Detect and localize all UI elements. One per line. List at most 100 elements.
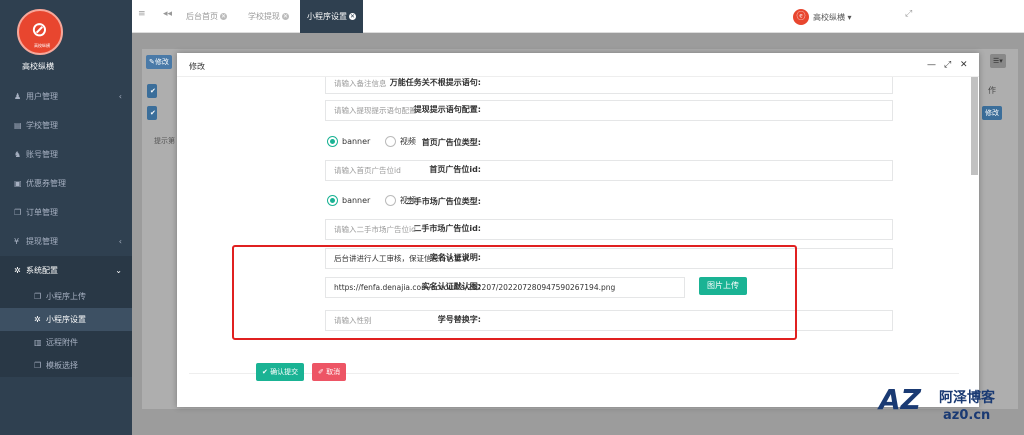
watermark-url: az0.cn (943, 408, 991, 423)
form-row: 二手市场广告位类型: banner 视频 (177, 192, 971, 214)
file-icon: ▥ (34, 338, 42, 347)
copy-icon: ❐ (14, 208, 22, 217)
sidebar-item-label: 模板选择 (46, 361, 78, 370)
radio-label: banner (342, 137, 371, 146)
close-icon[interactable]: ✕ (960, 60, 968, 70)
row-edit-button[interactable]: 修改 (982, 106, 1002, 120)
sidebar-item-label: 远程附件 (46, 338, 78, 347)
close-icon[interactable]: ✕ (349, 13, 356, 20)
book-icon: ▤ (14, 121, 22, 130)
submit-button[interactable]: ✔ 确认提交 (256, 363, 305, 381)
maximize-icon[interactable]: ⤢ (944, 60, 951, 70)
radio-video[interactable] (384, 195, 396, 206)
radio-video[interactable] (384, 136, 396, 147)
form-row: 首页广告位id: 请输入首页广告位id (177, 160, 971, 182)
sidebar-item-label: 小程序设置 (46, 315, 86, 324)
sidebar-item-schools[interactable]: ▤ 学校管理 (0, 111, 132, 140)
tab-home[interactable]: 后台首页 ✕ (186, 8, 227, 25)
minimize-icon[interactable]: — (927, 60, 936, 70)
sidebar-item-system-config[interactable]: ✲ 系统配置 ⌄ (0, 256, 132, 285)
edit-modal: 修改 — ⤢ ✕ 万能任务关不根提示语句: 请输入备注信息 提现提示语句配置: … (177, 53, 979, 407)
sidebar-item-orders[interactable]: ❐ 订单管理 (0, 198, 132, 227)
form-row: 首页广告位类型: banner 视频 (177, 133, 971, 155)
sidebar-item-label: 小程序上传 (46, 292, 86, 301)
menu-icon[interactable]: ≡ (138, 9, 146, 19)
edit-button[interactable]: ✎修改 (146, 55, 172, 69)
gear-icon: ✲ (34, 315, 41, 324)
form-row: 万能任务关不根提示语句: 请输入备注信息 (177, 77, 971, 95)
chevron-down-icon: ⌄ (115, 266, 122, 275)
logo: ⊘ 高校纵横 (17, 9, 63, 55)
sidebar-item-accounts[interactable]: ♞ 账号管理 (0, 140, 132, 169)
home-ad-id-input[interactable]: 请输入首页广告位id (325, 160, 893, 181)
top-bar: ≡ ◂◂ 后台首页 ✕ 学校提现 ✕ 小程序设置 ✕ ⤢ ⓔ 高校纵横 ▾ (132, 0, 1024, 33)
modal-header: 修改 — ⤢ ✕ (177, 53, 979, 77)
watermark-title: 阿泽博客 (939, 390, 995, 406)
copy-icon: ❐ (34, 292, 42, 301)
market-ad-id-input[interactable]: 请输入二手市场广告位id (325, 219, 893, 240)
sidebar-item-label: 提现管理 (26, 237, 58, 246)
sidebar-menu: ♟ 用户管理 ‹ ▤ 学校管理 ♞ 账号管理 ▣ 优惠券管理 ❐ 订单管理 ¥ 提现管理 ‹ ✲… (0, 82, 132, 377)
avatar[interactable]: ⓔ (793, 9, 809, 25)
remark-input[interactable]: 请输入备注信息 (325, 77, 893, 94)
logo-icon: ⊘ (31, 17, 48, 41)
user-menu[interactable]: 高校纵横 ▾ (813, 12, 852, 23)
radio-label: 视频 (399, 196, 416, 205)
user-icon: ♟ (14, 92, 22, 101)
sidebar-item-label: 优惠券管理 (26, 179, 66, 188)
logo-text: 高校纵横 (34, 43, 50, 48)
sidebar-item-label: 账号管理 (26, 150, 58, 159)
home-ad-type-radio: banner 视频 (327, 136, 428, 147)
field-label: 首页广告位类型: (421, 138, 481, 147)
radio-label: 视频 (399, 137, 416, 146)
radio-label: banner (342, 196, 371, 205)
users-icon: ♞ (14, 150, 22, 159)
modal-scrollbar[interactable] (971, 77, 978, 175)
yen-icon: ¥ (14, 237, 20, 246)
sidebar-item-templates[interactable]: ❐ 模板选择 (0, 354, 132, 377)
columns-menu-button[interactable]: ☰▾ (990, 54, 1006, 68)
gear-icon: ✲ (14, 266, 21, 275)
brand-name: 高校纵横 (22, 62, 54, 71)
market-ad-type-radio: banner 视频 (327, 195, 428, 206)
watermark-logo: AZ (879, 383, 921, 416)
checkbox[interactable]: ✔ (147, 106, 157, 120)
tab-back-icon[interactable]: ◂◂ (163, 9, 172, 19)
chevron-left-icon: ‹ (118, 92, 122, 101)
sidebar-submenu: ❐ 小程序上传 ✲ 小程序设置 ▥ 远程附件 ❐ 模板选择 (0, 285, 132, 377)
withdraw-tip-input[interactable]: 请输入提现提示语句配置 (325, 100, 893, 121)
close-icon[interactable]: ✕ (282, 13, 289, 20)
form-row: 二手市场广告位id: 请输入二手市场广告位id (177, 219, 971, 241)
sidebar-item-label: 学校管理 (26, 121, 58, 130)
watermark: AZ 阿泽博客 az0.cn (879, 383, 1024, 435)
sidebar-item-withdraw[interactable]: ¥ 提现管理 ‹ (0, 227, 132, 256)
sidebar-item-miniapp-settings[interactable]: ✲ 小程序设置 (0, 308, 132, 331)
radio-banner[interactable] (327, 136, 338, 147)
tab-label: 小程序设置 (307, 12, 347, 21)
sidebar-item-miniapp-upload[interactable]: ❐ 小程序上传 (0, 285, 132, 308)
sidebar-item-coupons[interactable]: ▣ 优惠券管理 (0, 169, 132, 198)
sidebar-item-remote-attach[interactable]: ▥ 远程附件 (0, 331, 132, 354)
copy-icon: ❐ (34, 361, 42, 370)
tab-label: 学校提现 (248, 12, 280, 21)
modal-body: 万能任务关不根提示语句: 请输入备注信息 提现提示语句配置: 请输入提现提示语句… (177, 77, 971, 407)
chevron-left-icon: ‹ (118, 237, 122, 246)
op-column-header: 作 (988, 86, 996, 95)
tab-school-withdraw[interactable]: 学校提现 ✕ (248, 8, 289, 25)
coupon-icon: ▣ (14, 179, 22, 188)
close-icon[interactable]: ✕ (220, 13, 227, 20)
sidebar-item-label: 用户管理 (26, 92, 58, 101)
tab-label: 后台首页 (186, 12, 218, 21)
cancel-button[interactable]: ✐ 取消 (312, 363, 347, 381)
radio-banner[interactable] (327, 195, 338, 206)
checkbox[interactable]: ✔ (147, 84, 157, 98)
highlight-box (232, 245, 797, 340)
tab-miniapp-settings[interactable]: 小程序设置 ✕ (300, 0, 363, 33)
fullscreen-icon[interactable]: ⤢ (905, 9, 912, 19)
sidebar-item-users[interactable]: ♟ 用户管理 ‹ (0, 82, 132, 111)
form-row: 提现提示语句配置: 请输入提现提示语句配置 (177, 100, 971, 122)
divider (189, 373, 959, 374)
sidebar-item-label: 系统配置 (26, 266, 58, 275)
sidebar-item-label: 订单管理 (26, 208, 58, 217)
modal-title: 修改 (189, 62, 205, 71)
